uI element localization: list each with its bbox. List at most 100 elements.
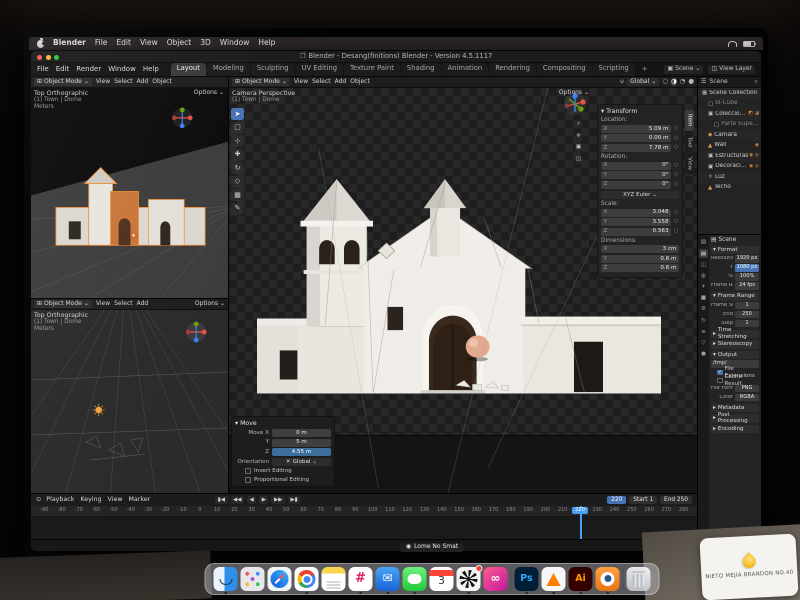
value-field-x[interactable]: X3 cm (601, 245, 679, 253)
property-value[interactable]: 100% (735, 273, 759, 281)
section-header-format[interactable]: ▾Format (711, 246, 759, 255)
menu-item-add[interactable]: Add (335, 79, 347, 86)
section-header-metadata[interactable]: ▸Metadata (711, 404, 759, 413)
outliner[interactable]: ☰ Scene ⌕ ▦Scene Collection▢bl-Cube▣Cole… (698, 77, 761, 235)
snapping-magnet-icon[interactable]: ∪ (620, 79, 624, 86)
rotate-tool[interactable]: ↻ (231, 162, 244, 174)
section-header-time-stretching[interactable]: ▸Time Stretching (711, 330, 759, 339)
outliner-item-techo[interactable]: ▲Techo (698, 183, 761, 194)
menu-item-select[interactable]: Select (114, 301, 133, 308)
object-tab[interactable]: ■ (699, 294, 708, 303)
dock-icon-illustrator[interactable]: Ai (569, 567, 593, 591)
annotate-tool[interactable]: ✎ (231, 203, 244, 215)
checkbox-cache-result[interactable]: Cache Result (711, 377, 759, 385)
property-value[interactable]: RGBA (735, 394, 759, 402)
section-header-encoding[interactable]: ▸Encoding (711, 425, 759, 434)
scale-tool[interactable]: ◇ (231, 176, 244, 188)
outliner-item-wall[interactable]: ▲Wall◉ (698, 141, 761, 152)
camera-view-icon[interactable]: ▣ (574, 143, 583, 152)
visibility-toggles[interactable]: ◉ ◎ (749, 153, 759, 159)
workspace-tab-uv-editing[interactable]: UV Editing (296, 63, 343, 76)
play-reverse[interactable]: ◀ (247, 496, 256, 503)
value-field-z[interactable]: Z0° (601, 181, 671, 189)
timeline-menu-marker[interactable]: Marker (129, 496, 151, 503)
world-tab[interactable]: ☀ (699, 283, 708, 292)
transform-tool[interactable]: ▦ (231, 189, 244, 201)
move-operator-panel[interactable]: ▾ Move Move X0 mY5 mZ4.55 m Orientation … (231, 416, 335, 487)
menu-item-object[interactable]: Object (152, 79, 172, 86)
frame-start-field[interactable]: Start 1 (629, 496, 657, 505)
rotation-mode-dropdown[interactable]: XYZ Euler ⌄ (601, 191, 679, 200)
scene-selector[interactable]: ▣Scene⌄ (664, 65, 703, 74)
move-value-field[interactable]: 5 m (272, 439, 331, 447)
jump-to-end[interactable]: ▶▮ (288, 496, 300, 503)
lock-icon[interactable]: ○ (673, 163, 679, 169)
options-dropdown[interactable]: Options ⌄ (559, 90, 589, 97)
transform-panel-title[interactable]: ▾ Transform (601, 108, 679, 115)
render-tab[interactable]: ▧ (699, 238, 708, 247)
sidebar-tab-tool[interactable]: Tool (685, 133, 694, 152)
timeline-menu-view[interactable]: View (108, 496, 123, 503)
timeline-ruler[interactable]: -90-80-70-60-50-40-30-20-100102030405060… (31, 506, 697, 517)
checkbox-proportional-editing[interactable]: Proportional Editing (245, 477, 331, 483)
shading-solid-icon[interactable]: ◑ (671, 78, 677, 85)
topbar-menu-edit[interactable]: Edit (56, 65, 70, 73)
lock-icon[interactable]: ○ (673, 126, 679, 132)
property-value[interactable]: 1920 px (735, 255, 759, 263)
timeline-editor[interactable]: ⊙ PlaybackKeyingViewMarker ▮◀◀◀◀▶▶▶▶▮ 22… (31, 493, 697, 539)
data-tab[interactable]: ▽ (699, 339, 708, 348)
play[interactable]: ▶ (259, 496, 268, 503)
value-field-x[interactable]: X0° (601, 162, 671, 170)
viewport-bottom-left-canvas[interactable]: Top Orthographic (1) Town | Dome Meters (31, 310, 228, 493)
viewport-main[interactable]: ⊞ Object Mode⌄ ViewSelectAddObject ∪ Glo… (229, 77, 697, 493)
orientation-dropdown[interactable]: ✕ Global ⌄ (272, 458, 331, 467)
outliner-item-parte-superior[interactable]: ▢Parte Superior (698, 120, 761, 131)
select-box-tool[interactable]: ▢ (231, 122, 244, 134)
dock-icon-launchpad[interactable] (241, 567, 265, 591)
ortho-toggle-icon[interactable]: ◫ (574, 155, 583, 164)
dock-icon-messages[interactable] (403, 567, 427, 591)
move-value-field[interactable]: 0 m (272, 429, 331, 437)
menu-item-select[interactable]: Select (312, 79, 331, 86)
menubar-item-help[interactable]: Help (258, 39, 275, 48)
options-dropdown[interactable]: Options ⌄ (194, 90, 224, 97)
minimize-button[interactable] (46, 55, 51, 60)
timeline-body[interactable] (31, 517, 697, 539)
value-field-z[interactable]: Z7.78 m (601, 144, 671, 152)
dock-icon-vlc[interactable] (542, 567, 566, 591)
move-tool[interactable]: ✚ (231, 149, 244, 161)
scene-tab[interactable]: ◍ (699, 272, 708, 281)
menu-item-add[interactable]: Add (137, 79, 149, 86)
dock-icon-calendar[interactable]: 3 (430, 567, 454, 591)
modifiers-tab[interactable]: ⚙ (699, 305, 708, 314)
jump-to-start[interactable]: ▮◀ (215, 496, 227, 503)
frame-end-field[interactable]: End 250 (660, 496, 692, 505)
lock-icon[interactable]: ○ (673, 145, 679, 151)
lock-icon[interactable]: ○ (673, 219, 679, 225)
window-titlebar[interactable]: ❐ Blender - Desang(finitions) Blender - … (31, 51, 761, 63)
options-dropdown[interactable]: Options ⌄ (195, 301, 225, 308)
search-icon[interactable]: ⌕ (755, 79, 758, 86)
view-layer-tab[interactable]: ◫ (699, 260, 708, 269)
prev-keyframe[interactable]: ◀◀ (231, 496, 244, 503)
checkbox-box[interactable]: ✓ (717, 370, 723, 376)
visibility-toggles[interactable]: ◉ (755, 143, 759, 149)
mode-dropdown[interactable]: ⊞ Object Mode⌄ (34, 300, 92, 308)
property-value[interactable]: 250 (735, 311, 759, 319)
value-field-z[interactable]: Z0.563 (601, 228, 671, 236)
topbar-menu-file[interactable]: File (37, 65, 49, 73)
close-button[interactable] (37, 55, 42, 60)
visibility-toggles[interactable]: ◩ ◪ (748, 111, 759, 117)
zoom-icon[interactable]: ⌕ (574, 120, 583, 129)
lock-icon[interactable]: ○ (673, 182, 679, 188)
outliner-item-scene-collection[interactable]: ▦Scene Collection (698, 88, 761, 99)
next-keyframe[interactable]: ▶▶ (271, 496, 284, 503)
lock-icon[interactable]: ○ (673, 210, 679, 216)
workspace-tab-layout[interactable]: Layout (171, 63, 206, 76)
sidebar-tab-view[interactable]: View (685, 153, 694, 174)
dock-icon-safari[interactable] (268, 567, 292, 591)
properties-editor[interactable]: ▧▤◫◍☀■⚙↻≡▽● ▤ Scene ▾FormatResolution X1… (698, 235, 761, 539)
dock-icon-chrome[interactable] (295, 567, 319, 591)
dock-icon-spiral[interactable] (457, 567, 481, 591)
dock-icon-creative-cloud[interactable] (484, 567, 508, 591)
